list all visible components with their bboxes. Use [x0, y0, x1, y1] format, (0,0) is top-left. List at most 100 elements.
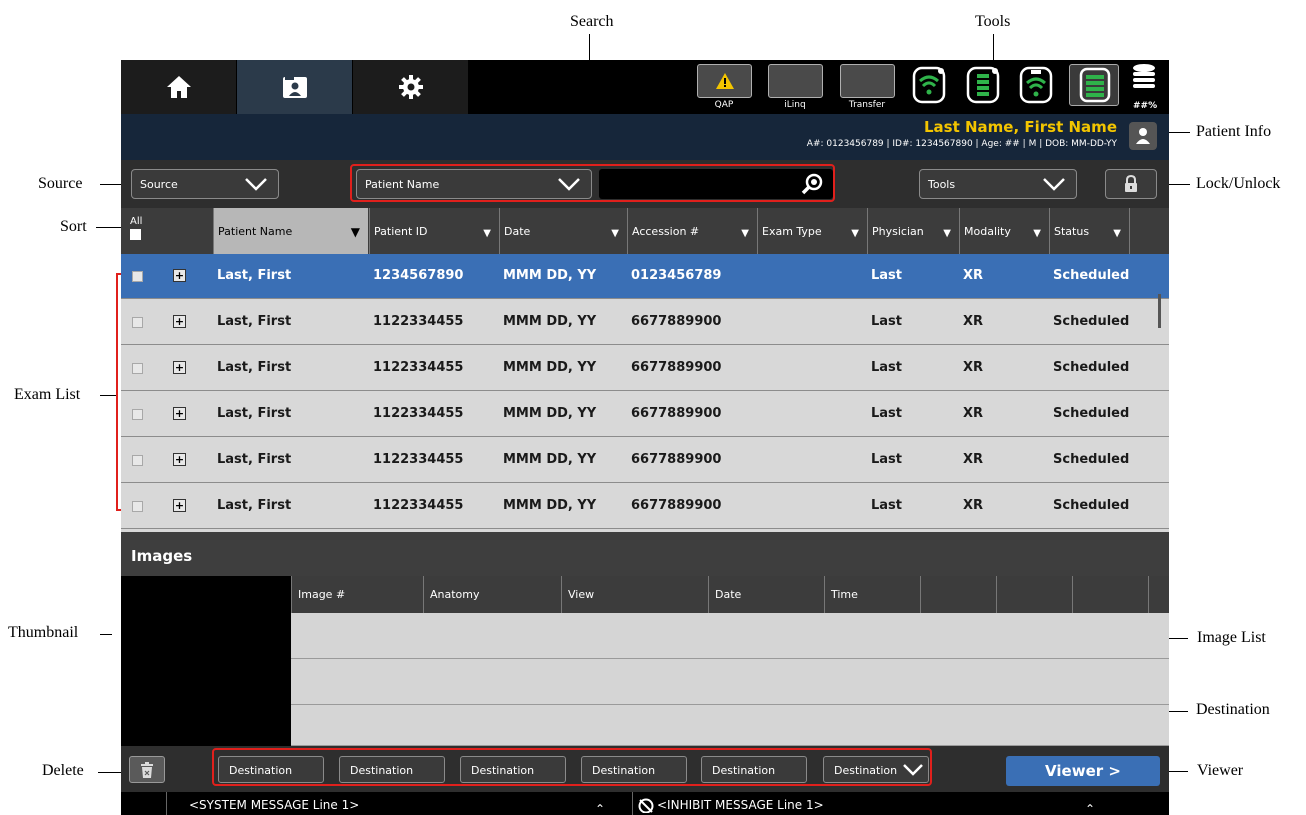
nav-tab-patient-list[interactable] — [237, 60, 352, 114]
patient-info-bar: Last Name, First Name A#: 0123456789 | I… — [121, 114, 1169, 160]
cell-id: 1122334455 — [373, 360, 464, 375]
destination-highlight-box — [212, 748, 932, 786]
image-column-header-date[interactable]: Date — [708, 576, 824, 613]
cell-name: Last, First — [217, 360, 292, 375]
column-header-exam-type[interactable]: Exam Type ▼ — [757, 208, 867, 254]
table-row[interactable]: + Last, First 1234567890 MMM DD, YY 01234567… — [121, 254, 1169, 299]
table-row[interactable]: + Last, First 1122334455 MMM DD, YY 66778899… — [121, 438, 1169, 483]
callout-thumbnail: Thumbnail — [8, 624, 79, 641]
cell-name: Last, First — [217, 452, 292, 467]
nav-tab-settings[interactable] — [353, 60, 468, 114]
lock-icon — [1125, 175, 1137, 192]
image-list-row[interactable] — [291, 659, 1169, 705]
expand-row-icon[interactable]: + — [173, 361, 186, 374]
message-bar: <SYSTEM MESSAGE Line 1> ⌃ <INHIBIT MESSA… — [121, 792, 1169, 815]
cell-date: MMM DD, YY — [503, 406, 597, 421]
exam-list-scrollbar[interactable] — [1158, 294, 1161, 328]
cell-accession: 6677889900 — [631, 498, 722, 513]
expand-row-icon[interactable]: + — [173, 269, 186, 282]
delete-button[interactable] — [129, 756, 165, 783]
cell-status: Scheduled — [1053, 360, 1130, 375]
image-column-header-anatomy[interactable]: Anatomy — [423, 576, 561, 613]
callout-patient-info: Patient Info — [1196, 123, 1272, 140]
column-header-patient-id[interactable]: Patient ID ▼ — [369, 208, 499, 254]
qap-button[interactable] — [697, 64, 752, 98]
cell-status: Scheduled — [1053, 406, 1130, 421]
transfer-button[interactable] — [840, 64, 895, 98]
expand-row-icon[interactable]: + — [173, 499, 186, 512]
expand-icon[interactable]: ⌃ — [1085, 802, 1095, 815]
column-label: Exam Type — [762, 224, 822, 238]
cell-date: MMM DD, YY — [503, 268, 597, 283]
cell-accession: 6677889900 — [631, 452, 722, 467]
cell-status: Scheduled — [1053, 268, 1130, 283]
column-header-physician[interactable]: Physician ▼ — [867, 208, 959, 254]
cell-name: Last, First — [217, 406, 292, 421]
cell-name: Last, First — [217, 498, 292, 513]
image-column-header-empty — [1072, 576, 1148, 613]
column-label: Physician — [872, 224, 924, 238]
column-header-patient-name[interactable]: Patient Name ▼ — [213, 208, 368, 254]
row-checkbox[interactable] — [132, 455, 143, 466]
cell-accession: 6677889900 — [631, 406, 722, 421]
image-list-row[interactable] — [291, 613, 1169, 659]
cell-physician: Last — [871, 498, 903, 513]
image-column-header-view[interactable]: View — [561, 576, 708, 613]
image-list-row[interactable] — [291, 705, 1169, 746]
lock-button[interactable] — [1105, 169, 1157, 199]
cell-accession: 6677889900 — [631, 314, 722, 329]
top-bar: QAP iLinq Transfer ##% — [121, 60, 1169, 114]
row-checkbox[interactable] — [132, 317, 143, 328]
table-row[interactable]: + Last, First 1122334455 MMM DD, YY 66778899… — [121, 346, 1169, 391]
expand-row-icon[interactable]: + — [173, 315, 186, 328]
sort-arrow-icon: ▼ — [851, 228, 859, 239]
cell-date: MMM DD, YY — [503, 314, 597, 329]
cell-id: 1234567890 — [373, 268, 464, 283]
cell-physician: Last — [871, 452, 903, 467]
cell-modality: XR — [963, 406, 984, 421]
image-column-header-time[interactable]: Time — [824, 576, 920, 613]
column-header-modality[interactable]: Modality ▼ — [959, 208, 1049, 254]
callout-line-exam-list — [100, 395, 116, 396]
table-row[interactable]: + Last, First 1122334455 MMM DD, YY 66778899… — [121, 300, 1169, 345]
callout-lock-unlock: Lock/Unlock — [1196, 175, 1281, 192]
callout-delete: Delete — [42, 762, 84, 779]
ilinq-button[interactable] — [768, 64, 823, 98]
patient-info-button[interactable] — [1129, 122, 1157, 150]
select-all-checkbox[interactable]: All — [130, 216, 142, 240]
expand-row-icon[interactable]: + — [173, 453, 186, 466]
column-header-date[interactable]: Date ▼ — [499, 208, 627, 254]
cell-modality: XR — [963, 314, 984, 329]
nav-tab-home[interactable] — [121, 60, 236, 114]
cell-status: Scheduled — [1053, 452, 1130, 467]
row-checkbox[interactable] — [132, 501, 143, 512]
source-dropdown[interactable]: Source — [131, 169, 279, 199]
expand-icon[interactable]: ⌃ — [595, 802, 605, 815]
exam-list-bracket-v — [116, 273, 118, 511]
row-checkbox[interactable] — [132, 409, 143, 420]
column-header-accession[interactable]: Accession # ▼ — [627, 208, 757, 254]
tools-dropdown[interactable]: Tools — [919, 169, 1077, 199]
sort-arrow-icon: ▼ — [350, 225, 360, 239]
row-checkbox[interactable] — [132, 271, 143, 282]
wifi-detector-icon — [912, 66, 946, 104]
image-column-header-image-number[interactable]: Image # — [291, 576, 423, 613]
viewer-button[interactable]: Viewer > — [1006, 756, 1160, 786]
message-divider — [632, 792, 633, 815]
select-all-box — [130, 229, 141, 240]
image-column-header-empty — [920, 576, 996, 613]
column-header-status[interactable]: Status ▼ — [1049, 208, 1129, 254]
cell-date: MMM DD, YY — [503, 452, 597, 467]
exam-list: + Last, First 1234567890 MMM DD, YY 01234567… — [121, 254, 1169, 532]
row-checkbox[interactable] — [132, 363, 143, 374]
table-row[interactable]: + Last, First 1122334455 MMM DD, YY 66778899… — [121, 392, 1169, 437]
expand-row-icon[interactable]: + — [173, 407, 186, 420]
qap-label: QAP — [714, 100, 734, 110]
image-column-header-empty — [1148, 576, 1169, 613]
message-divider — [166, 792, 167, 815]
callout-destination: Destination — [1196, 701, 1270, 718]
trash-icon — [141, 761, 153, 778]
column-label: Modality — [964, 224, 1011, 238]
callout-source: Source — [38, 175, 83, 192]
table-row[interactable]: + Last, First 1122334455 MMM DD, YY 66778899… — [121, 484, 1169, 529]
